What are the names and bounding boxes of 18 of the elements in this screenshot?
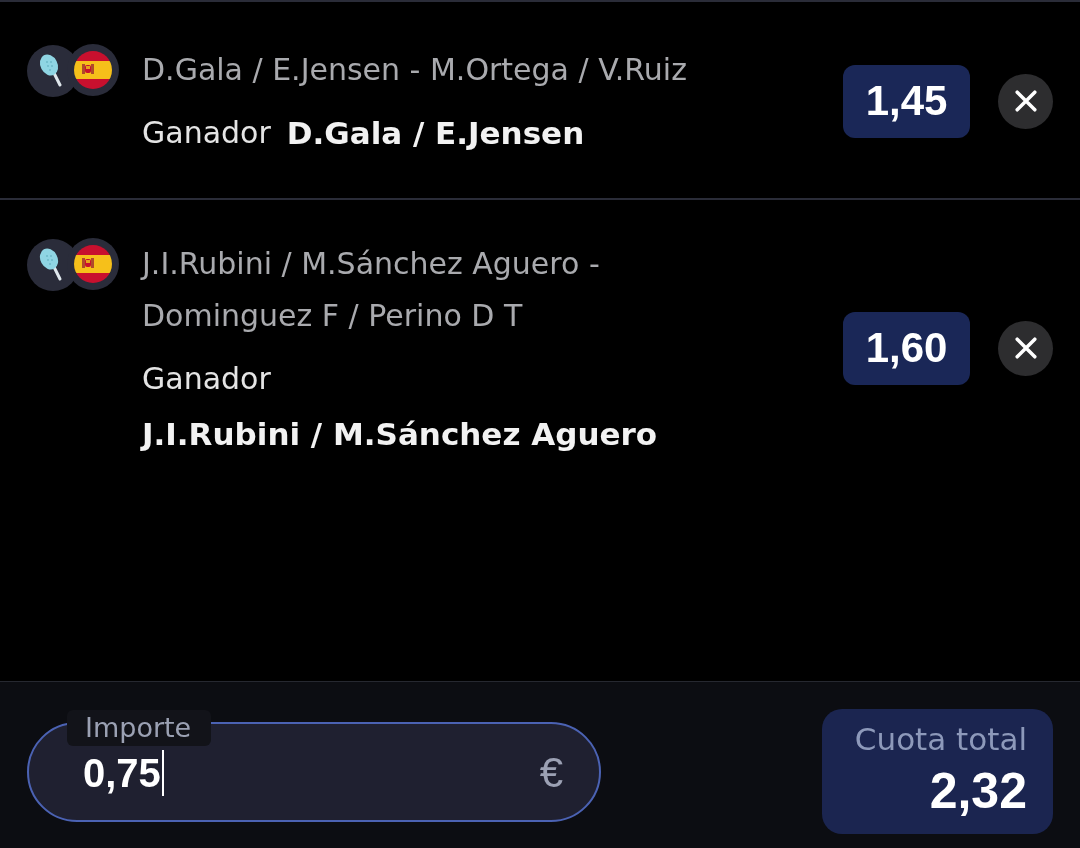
field-label: Importe: [67, 710, 212, 746]
market-label: Ganador: [142, 360, 271, 398]
currency-symbol: €: [539, 749, 563, 797]
event-name: J.I.Rubini / M.Sánchez Aguero - Dominguez F / Perino D T: [142, 245, 601, 335]
remove-button[interactable]: [998, 73, 1053, 129]
odds-button[interactable]: 1,45: [843, 64, 970, 138]
remove-button[interactable]: [998, 320, 1053, 376]
total-odds-value: 2,32: [929, 762, 1027, 821]
odds-button[interactable]: 1,60: [843, 311, 970, 385]
text-cursor-icon: [161, 750, 164, 796]
event-name: D.Gala / E.Jensen - M.Ortega / V.Ruiz: [142, 51, 688, 89]
close-icon: [1014, 337, 1037, 359]
selection-name: D.Gala / E.Jensen: [286, 114, 585, 153]
selection-name: J.I.Rubini / M.Sánchez Aguero: [142, 415, 658, 454]
close-icon: [1014, 90, 1037, 112]
total-odds-label: Cuota total: [854, 720, 1027, 759]
stake-field[interactable]: Importe 0,75 €: [27, 710, 601, 822]
market-label: Ganador: [142, 114, 271, 152]
